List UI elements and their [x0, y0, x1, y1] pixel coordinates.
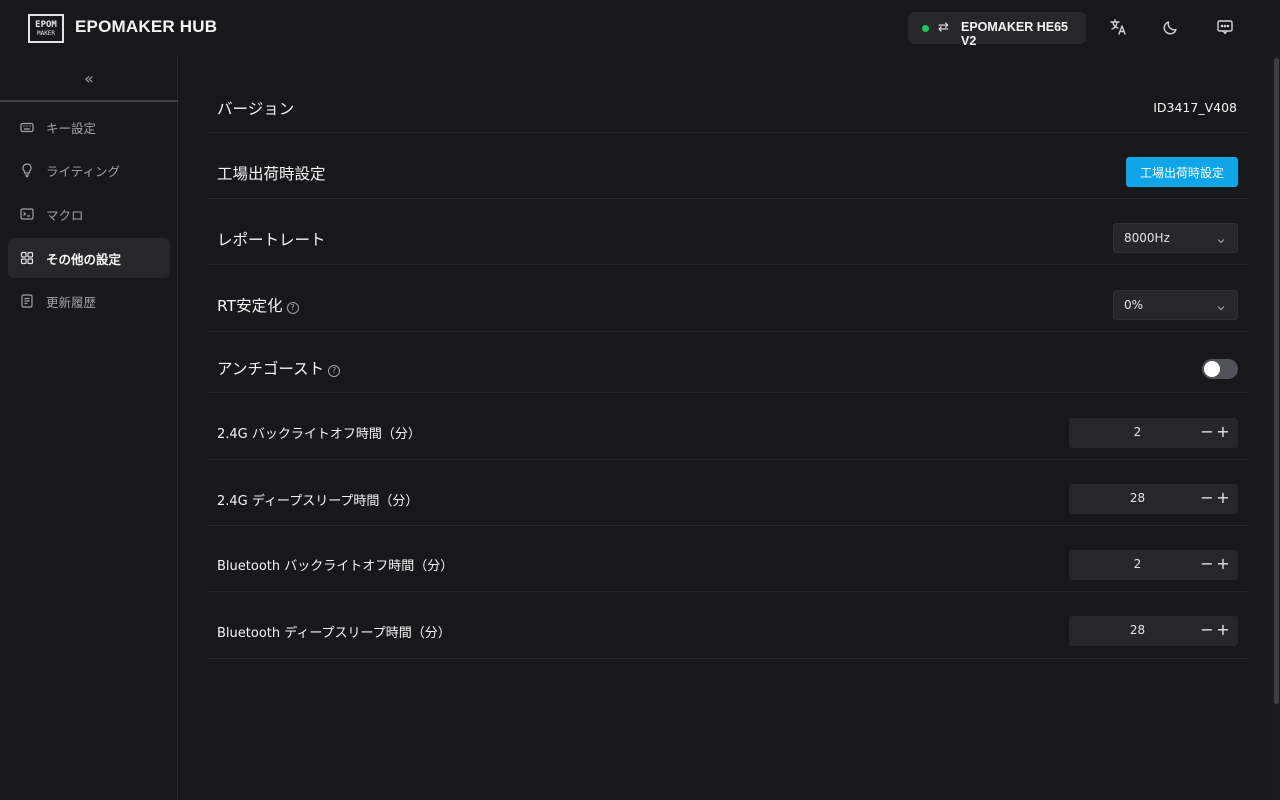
bulb-icon: [19, 162, 35, 178]
24g-backlight-off-stepper[interactable]: 2 − +: [1069, 418, 1238, 448]
setting-row-bt-backlight-off: Bluetooth バックライトオフ時間（分） 2 − +: [208, 526, 1248, 592]
setting-row-bt-deep-sleep: Bluetooth ディープスリープ時間（分） 28 − +: [208, 592, 1248, 659]
sidebar-item-label: 更新履歴: [46, 295, 97, 310]
setting-row-24g-backlight-off: 2.4G バックライトオフ時間（分） 2 − +: [208, 393, 1248, 460]
rt-stabilization-label: RT安定化?: [217, 294, 299, 316]
bt-deep-sleep-stepper[interactable]: 28 − +: [1069, 616, 1238, 646]
version-label: バージョン: [217, 100, 295, 118]
rt-stabilization-select[interactable]: 0%: [1113, 290, 1238, 320]
translate-icon[interactable]: [1108, 17, 1128, 37]
minus-icon[interactable]: −: [1199, 488, 1215, 507]
anti-ghost-label: アンチゴースト?: [217, 357, 341, 379]
settings-panel: バージョン ID3417_V408 工場出荷時設定 工場出荷時設定 レポートレー…: [178, 56, 1272, 800]
factory-reset-label: 工場出荷時設定: [217, 165, 326, 183]
moon-icon[interactable]: [1161, 17, 1181, 37]
factory-reset-button[interactable]: 工場出荷時設定: [1126, 157, 1238, 187]
report-rate-value: 8000Hz: [1124, 231, 1170, 245]
document-icon: [19, 293, 35, 309]
double-chevron-left-icon: «: [84, 68, 94, 88]
setting-row-rt-stabilization: RT安定化? 0%: [208, 265, 1248, 332]
sidebar-item-label: キー設定: [46, 121, 97, 136]
swap-icon: ⇄: [938, 20, 949, 35]
device-name: EPOMAKER HE65 V2: [961, 20, 1068, 48]
plus-icon[interactable]: +: [1215, 422, 1231, 441]
version-value: ID3417_V408: [1153, 100, 1237, 115]
scrollbar-thumb[interactable]: [1274, 58, 1279, 704]
terminal-icon: [19, 206, 35, 222]
rt-stabilization-value: 0%: [1124, 298, 1144, 312]
report-rate-label: レポートレート: [217, 231, 326, 249]
chevron-down-icon: [1215, 299, 1227, 311]
setting-row-factory-reset: 工場出荷時設定 工場出荷時設定: [208, 133, 1248, 199]
bt-deep-sleep-label: Bluetooth ディープスリープ時間（分）: [217, 626, 451, 641]
anti-ghost-toggle[interactable]: [1202, 359, 1238, 379]
toggle-knob: [1204, 361, 1220, 377]
epomaker-logo: EPOM MAKER: [28, 14, 64, 43]
sidebar-item-lighting[interactable]: ライティング: [8, 150, 170, 190]
chevron-down-icon: [1215, 232, 1227, 244]
help-icon[interactable]: ?: [328, 365, 341, 377]
plus-icon[interactable]: +: [1215, 554, 1231, 573]
plus-icon[interactable]: +: [1215, 620, 1231, 639]
setting-row-24g-deep-sleep: 2.4G ディープスリープ時間（分） 28 − +: [208, 460, 1248, 526]
stepper-value[interactable]: 28: [1069, 491, 1206, 505]
collapse-sidebar-button[interactable]: «: [0, 56, 178, 102]
sidebar-item-label: その他の設定: [46, 252, 122, 267]
setting-row-version: バージョン ID3417_V408: [208, 77, 1248, 133]
sidebar-item-update-history[interactable]: 更新履歴: [8, 281, 170, 321]
anti-ghost-text: アンチゴースト: [217, 360, 325, 378]
minus-icon[interactable]: −: [1199, 620, 1215, 639]
rt-stabilization-text: RT安定化: [217, 297, 283, 315]
message-icon[interactable]: [1215, 17, 1235, 37]
help-icon[interactable]: ?: [286, 302, 299, 314]
sidebar-item-label: マクロ: [46, 208, 84, 223]
sidebar-item-other-settings[interactable]: その他の設定: [8, 238, 170, 278]
minus-icon[interactable]: −: [1199, 554, 1215, 573]
grid-icon: [19, 250, 35, 266]
stepper-value[interactable]: 2: [1069, 557, 1206, 571]
minus-icon[interactable]: −: [1199, 422, 1215, 441]
report-rate-select[interactable]: 8000Hz: [1113, 223, 1238, 253]
setting-row-anti-ghost: アンチゴースト?: [208, 332, 1248, 393]
sidebar-item-macro[interactable]: マクロ: [8, 194, 170, 234]
plus-icon[interactable]: +: [1215, 488, 1231, 507]
app-title: EPOMAKER HUB: [75, 17, 218, 36]
bt-backlight-off-stepper[interactable]: 2 − +: [1069, 550, 1238, 580]
sidebar: « キー設定 ライティング マクロ その他の設定 更新履歴: [0, 56, 178, 800]
24g-deep-sleep-label: 2.4G ディープスリープ時間（分）: [217, 494, 419, 509]
sidebar-item-label: ライティング: [46, 164, 121, 179]
stepper-value[interactable]: 28: [1069, 623, 1206, 637]
app-header: EPOM MAKER EPOMAKER HUB ⇄ EPOMAKER HE65 …: [0, 0, 1280, 56]
24g-deep-sleep-stepper[interactable]: 28 − +: [1069, 484, 1238, 514]
sidebar-item-key-settings[interactable]: キー設定: [8, 107, 170, 147]
bt-backlight-off-label: Bluetooth バックライトオフ時間（分）: [217, 559, 454, 574]
setting-row-report-rate: レポートレート 8000Hz: [208, 199, 1248, 265]
logo-line-1: EPOM: [35, 19, 57, 30]
logo-line-2: MAKER: [36, 29, 56, 37]
24g-backlight-off-label: 2.4G バックライトオフ時間（分）: [217, 427, 421, 442]
device-selector[interactable]: ⇄ EPOMAKER HE65 V2: [908, 12, 1086, 48]
keyboard-icon: [19, 119, 35, 135]
stepper-value[interactable]: 2: [1069, 425, 1206, 439]
connection-status-dot: [922, 25, 929, 32]
